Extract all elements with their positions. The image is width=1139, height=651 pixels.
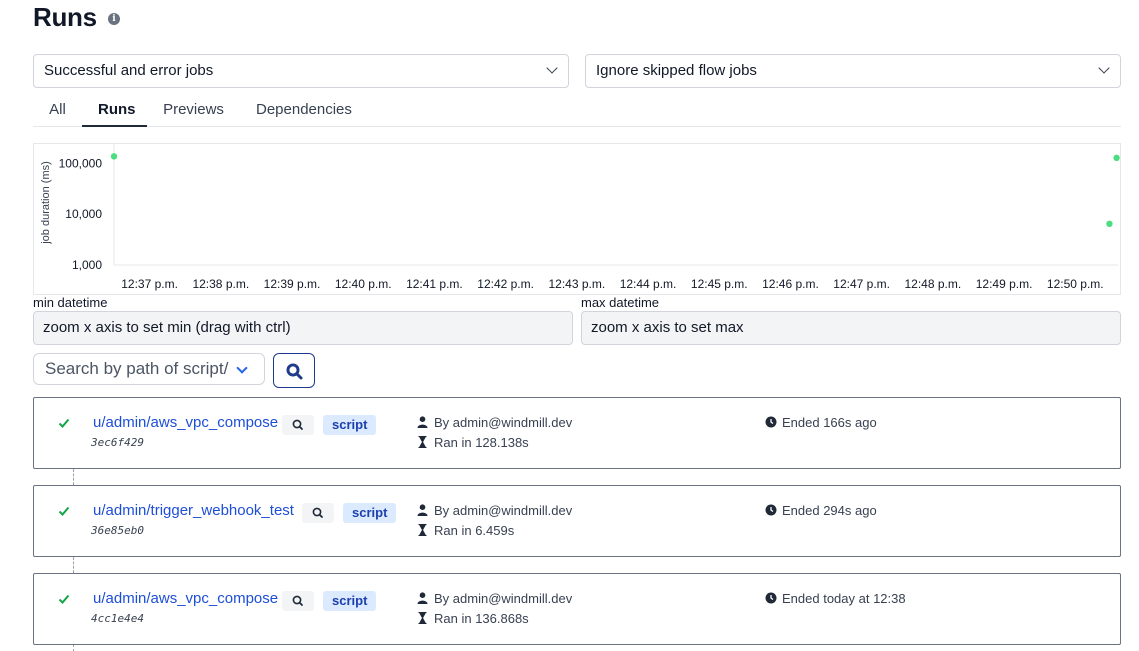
x-tick-label: 12:48 p.m. xyxy=(905,277,962,291)
x-tick-label: 12:50 p.m. xyxy=(1047,277,1104,291)
data-point xyxy=(1106,220,1113,228)
run-ended-text: Ended 294s ago xyxy=(782,503,877,518)
path-search-input[interactable]: Search by path of script/ xyxy=(33,353,265,385)
x-tick-label: 12:46 p.m. xyxy=(762,277,819,291)
filter-by-path-button[interactable] xyxy=(282,415,314,435)
job-kind-select[interactable]: Successful and error jobs xyxy=(33,54,569,88)
max-datetime-input[interactable]: zoom x axis to set max xyxy=(581,311,1121,345)
user-icon xyxy=(417,592,428,604)
data-point xyxy=(1113,154,1120,162)
y-tick-label: 10,000 xyxy=(65,207,102,221)
x-tick-label: 12:38 p.m. xyxy=(192,277,249,291)
skipped-flow-select-value: Ignore skipped flow jobs xyxy=(596,62,757,79)
chevron-down-icon xyxy=(236,362,248,374)
y-tick-label: 1,000 xyxy=(72,258,102,272)
x-tick-label: 12:39 p.m. xyxy=(264,277,321,291)
hourglass-icon xyxy=(418,524,427,536)
run-path-link[interactable]: u/admin/trigger_webhook_test xyxy=(93,502,294,519)
x-tick-label: 12:45 p.m. xyxy=(691,277,748,291)
timeline-connector xyxy=(73,557,74,573)
tab-previews[interactable]: Previews xyxy=(147,94,240,126)
y-tick-label: 100,000 xyxy=(59,156,103,170)
job-kind-select-value: Successful and error jobs xyxy=(44,62,214,79)
success-check-icon xyxy=(58,594,70,604)
clock-icon xyxy=(765,416,777,428)
x-tick-label: 12:43 p.m. xyxy=(548,277,605,291)
min-datetime-label: min datetime xyxy=(33,295,108,310)
job-duration-chart[interactable]: job duration (ms) 100,000 10,000 1,000 12:37… xyxy=(33,143,1121,295)
job-kind-badge: script xyxy=(323,591,377,611)
x-tick-label: 12:40 p.m. xyxy=(335,277,392,291)
data-point xyxy=(110,153,118,160)
x-tick-label: 12:44 p.m. xyxy=(620,277,677,291)
timeline-connector xyxy=(73,469,74,485)
tab-all[interactable]: All xyxy=(33,94,82,126)
user-icon xyxy=(417,504,428,516)
info-icon[interactable]: i xyxy=(108,13,120,25)
chevron-down-icon xyxy=(1098,62,1110,74)
success-check-icon xyxy=(58,418,70,428)
page-title: Runs xyxy=(33,2,97,32)
run-author-text: By admin@windmill.dev xyxy=(434,415,573,430)
run-path-link[interactable]: u/admin/aws_vpc_compose xyxy=(93,590,278,607)
run-id: 36e85eb0 xyxy=(91,524,144,537)
x-tick-label: 12:49 p.m. xyxy=(976,277,1033,291)
run-path-link[interactable]: u/admin/aws_vpc_compose xyxy=(93,414,278,431)
search-icon xyxy=(292,419,303,430)
run-id: 3ec6f429 xyxy=(91,436,144,449)
clock-icon xyxy=(765,504,777,516)
x-tick-label: 12:37 p.m. xyxy=(121,277,178,291)
user-icon xyxy=(417,416,428,428)
run-author-text: By admin@windmill.dev xyxy=(434,503,573,518)
tab-dependencies[interactable]: Dependencies xyxy=(240,94,367,126)
timeline-connector xyxy=(73,644,74,651)
tab-runs[interactable]: Runs xyxy=(82,94,147,127)
run-item[interactable]: u/admin/aws_vpc_compose 4cc1e4e4 script … xyxy=(33,573,1121,645)
search-icon xyxy=(286,363,303,380)
run-duration-text: Ran in 6.459s xyxy=(434,523,515,538)
filter-by-path-button[interactable] xyxy=(302,503,334,523)
skipped-flow-select[interactable]: Ignore skipped flow jobs xyxy=(585,54,1121,88)
run-tabs: All Runs Previews Dependencies xyxy=(33,94,1121,127)
filter-by-path-button[interactable] xyxy=(282,591,314,611)
min-datetime-input[interactable]: zoom x axis to set min (drag with ctrl) xyxy=(33,311,573,345)
success-check-icon xyxy=(58,506,70,516)
chart-canvas[interactable]: job duration (ms) 100,000 10,000 1,000 12:37… xyxy=(34,144,1120,294)
run-item[interactable]: u/admin/trigger_webhook_test 36e85eb0 sc… xyxy=(33,485,1121,557)
run-id: 4cc1e4e4 xyxy=(91,612,144,625)
job-kind-badge: script xyxy=(343,503,397,523)
clock-icon xyxy=(765,592,777,604)
hourglass-icon xyxy=(418,612,427,624)
x-tick-label: 12:41 p.m. xyxy=(406,277,463,291)
run-item[interactable]: u/admin/aws_vpc_compose 3ec6f429 script … xyxy=(33,397,1121,469)
job-kind-badge: script xyxy=(323,415,377,435)
run-duration-text: Ran in 128.138s xyxy=(434,435,529,450)
search-button[interactable] xyxy=(273,353,315,388)
chevron-down-icon xyxy=(546,62,558,74)
path-search-placeholder: Search by path of script/ xyxy=(45,359,229,378)
run-ended-text: Ended 166s ago xyxy=(782,415,877,430)
hourglass-icon xyxy=(418,436,427,448)
search-icon xyxy=(292,595,303,606)
x-tick-label: 12:42 p.m. xyxy=(477,277,534,291)
y-axis-label: job duration (ms) xyxy=(40,161,52,245)
x-tick-label: 12:47 p.m. xyxy=(833,277,890,291)
run-duration-text: Ran in 136.868s xyxy=(434,611,529,626)
run-author-text: By admin@windmill.dev xyxy=(434,591,573,606)
max-datetime-label: max datetime xyxy=(581,295,660,310)
run-ended-text: Ended today at 12:38 xyxy=(782,591,906,606)
search-icon xyxy=(312,507,323,518)
